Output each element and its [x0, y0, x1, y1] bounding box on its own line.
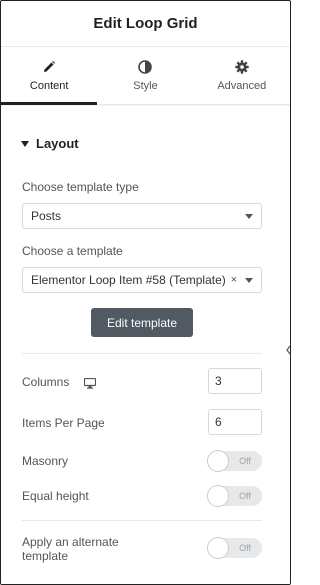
toggle-state: Off [239, 456, 251, 466]
gear-icon [235, 59, 249, 74]
tab-bar: Content Style Advanced [1, 47, 290, 105]
masonry-toggle[interactable]: Off [208, 451, 262, 471]
items-per-page-input[interactable]: 6 [208, 409, 262, 435]
contrast-icon [138, 59, 153, 74]
tab-style[interactable]: Style [97, 47, 193, 104]
desktop-icon[interactable] [83, 376, 97, 389]
toggle-knob [208, 486, 228, 506]
tab-content[interactable]: Content [1, 47, 98, 105]
equal-height-toggle[interactable]: Off [208, 486, 262, 506]
toggle-state: Off [239, 491, 251, 501]
dropdown-arrow-icon [245, 213, 253, 219]
panel-header: Edit Loop Grid [1, 1, 290, 47]
tab-content-label: Content [29, 79, 69, 92]
template-type-label: Choose template type [22, 180, 139, 194]
template-type-value: Posts [31, 209, 62, 223]
masonry-label: Masonry [22, 454, 69, 468]
tab-advanced-label: Advanced [217, 79, 267, 92]
tab-advanced[interactable]: Advanced [194, 47, 290, 104]
template-type-select[interactable]: Posts [22, 203, 262, 229]
dropdown-arrow-icon [245, 277, 253, 283]
equal-height-label: Equal height [22, 489, 89, 503]
alternate-template-label: Apply an alternate template [22, 535, 119, 563]
editor-panel: Edit Loop Grid Content Style Advanced La… [0, 0, 291, 585]
divider [22, 520, 262, 521]
clear-icon[interactable]: × [231, 274, 237, 286]
content-panel: Layout Choose template type Posts Choose… [1, 105, 290, 584]
alternate-template-toggle[interactable]: Off [208, 538, 262, 558]
panel-title: Edit Loop Grid [93, 15, 198, 32]
edit-template-button[interactable]: Edit template [91, 308, 193, 337]
pencil-icon [42, 60, 56, 74]
template-label: Choose a template [22, 244, 123, 258]
tab-style-label: Style [133, 79, 158, 92]
columns-input[interactable]: 3 [208, 368, 262, 394]
section-title: Layout [36, 136, 79, 151]
panel-resize-handle[interactable] [286, 342, 290, 355]
layout-section-toggle[interactable]: Layout [21, 136, 79, 151]
toggle-knob [208, 538, 228, 558]
toggle-state: Off [239, 543, 251, 553]
template-select[interactable]: Elementor Loop Item #58 (Template) × [22, 267, 262, 293]
divider [22, 353, 262, 354]
toggle-knob [208, 451, 228, 471]
items-per-page-label: Items Per Page [22, 416, 105, 430]
caret-down-icon [21, 140, 29, 147]
columns-label: Columns [22, 375, 70, 389]
template-value: Elementor Loop Item #58 (Template) [31, 273, 226, 287]
